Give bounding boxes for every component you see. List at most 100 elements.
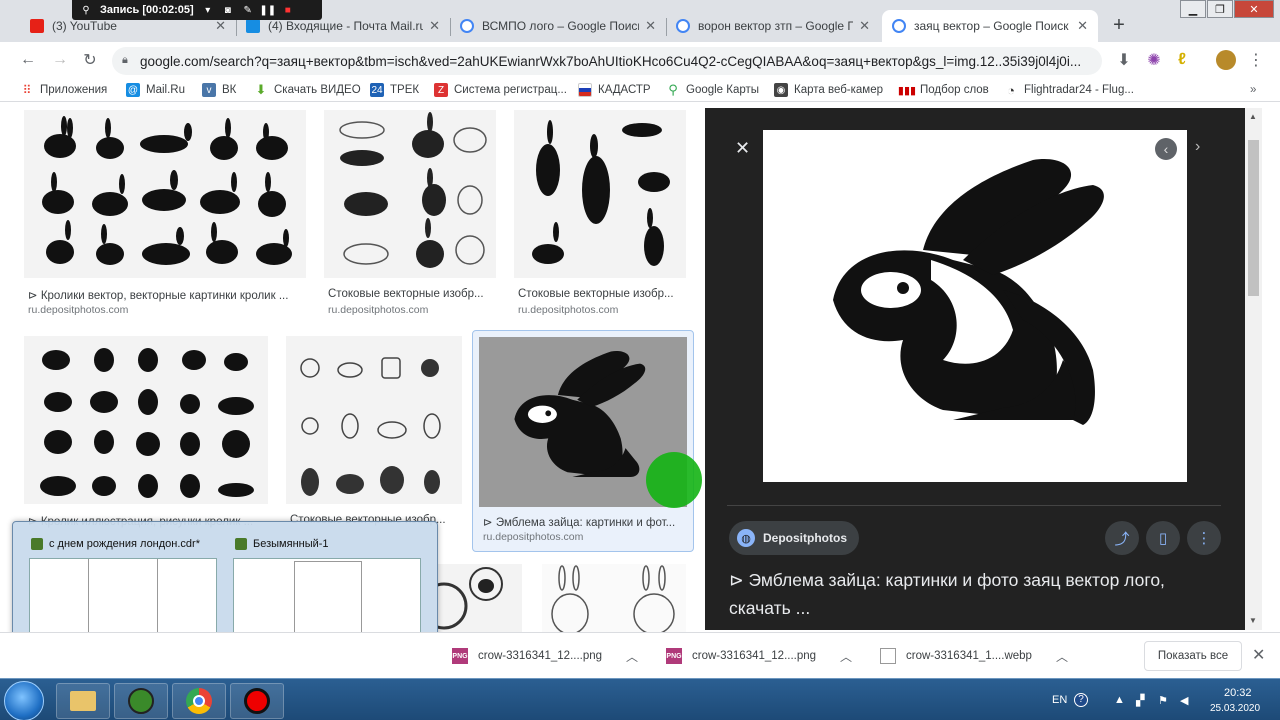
share-button[interactable]: ⤴ bbox=[1105, 521, 1139, 555]
more-options-button[interactable]: ⋮ bbox=[1187, 521, 1221, 555]
result-card[interactable]: Стоковые векторные изобр... bbox=[286, 336, 462, 526]
vertical-scrollbar[interactable]: ▲ ▼ bbox=[1245, 108, 1262, 630]
reload-button[interactable]: ↻ bbox=[78, 48, 102, 72]
show-all-downloads-button[interactable]: Показать все bbox=[1144, 641, 1242, 671]
result-card[interactable]: Стоковые векторные изобр... ru.depositph… bbox=[324, 110, 496, 320]
result-card-selected[interactable]: ⊳ Эмблема зайца: картинки и фот... ru.de… bbox=[472, 330, 694, 552]
download-item[interactable]: PNG crow-3316341_12....png ︿ bbox=[666, 641, 852, 671]
pencil-icon[interactable]: ✎ bbox=[242, 4, 254, 16]
save-button[interactable]: ▯ bbox=[1146, 521, 1180, 555]
result-card[interactable] bbox=[542, 564, 686, 632]
download-item[interactable]: crow-3316341_1....webp ︿ bbox=[880, 641, 1068, 671]
chevron-down-icon[interactable]: ▾ bbox=[202, 4, 214, 16]
maximize-button[interactable]: ❐ bbox=[1207, 0, 1233, 18]
bookmark-vk[interactable]: v ВК bbox=[202, 82, 236, 98]
png-file-icon: PNG bbox=[666, 648, 682, 664]
thumbnail-title: Безымянный-1 bbox=[253, 538, 329, 550]
result-card[interactable] bbox=[438, 564, 522, 632]
close-icon[interactable]: ✕ bbox=[429, 18, 440, 34]
taskbar-coreldraw[interactable] bbox=[114, 683, 168, 719]
clock-date[interactable]: 25.03.2020 bbox=[1210, 703, 1260, 714]
close-icon[interactable]: ✕ bbox=[859, 18, 870, 34]
mail-icon bbox=[246, 19, 260, 33]
chevron-up-icon[interactable]: ︿ bbox=[626, 648, 638, 665]
result-card[interactable]: Стоковые векторные изобр... ru.depositph… bbox=[514, 110, 686, 320]
result-thumbnail[interactable] bbox=[514, 110, 686, 278]
window-close-button[interactable]: ✕ bbox=[1234, 0, 1274, 18]
minimize-button[interactable]: ▁ bbox=[1180, 0, 1206, 18]
back-button[interactable]: ← bbox=[16, 48, 40, 72]
close-icon[interactable]: ✕ bbox=[645, 18, 656, 34]
tab-vsmpo[interactable]: ВСМПО лого – Google Поиск ✕ bbox=[450, 10, 666, 42]
bookmark-cadastre[interactable]: КАДАСТР bbox=[578, 82, 651, 98]
extension-icon[interactable]: ℓ bbox=[1170, 48, 1194, 72]
taskbar-chrome[interactable] bbox=[172, 683, 226, 719]
preview-image[interactable] bbox=[763, 130, 1187, 482]
close-icon[interactable]: ✕ bbox=[1077, 18, 1088, 34]
result-caption[interactable]: Стоковые векторные изобр... bbox=[328, 288, 496, 300]
result-thumbnail[interactable] bbox=[324, 110, 496, 278]
flag-tray-icon[interactable]: ⚑ bbox=[1158, 694, 1168, 707]
close-icon[interactable]: ✕ bbox=[1252, 645, 1265, 665]
result-caption[interactable]: Стоковые векторные изобр... bbox=[518, 288, 686, 300]
result-thumbnail[interactable] bbox=[24, 336, 268, 504]
bookmark-registration[interactable]: Z Система регистрац... bbox=[434, 82, 567, 98]
result-caption[interactable]: ⊳ Эмблема зайца: картинки и фот... bbox=[483, 515, 687, 529]
result-source: ru.depositphotos.com bbox=[483, 531, 584, 543]
result-thumbnail[interactable] bbox=[542, 564, 686, 632]
stop-icon[interactable]: ■ bbox=[282, 4, 294, 16]
close-icon[interactable]: ✕ bbox=[215, 18, 226, 34]
result-card[interactable]: ⊳ Кролики вектор, векторные картинки кро… bbox=[24, 110, 306, 320]
bookmark-download-video[interactable]: ⬇ Скачать ВИДЕО bbox=[254, 82, 361, 98]
chevron-up-icon[interactable]: ︿ bbox=[840, 648, 852, 665]
scrollbar-thumb[interactable] bbox=[1248, 140, 1259, 296]
bookmark-track[interactable]: 24 ТРЕК bbox=[370, 82, 419, 98]
extension-puzzle-icon[interactable]: ✺ bbox=[1142, 48, 1166, 72]
menu-icon[interactable]: ⋮ bbox=[1244, 48, 1268, 72]
result-thumbnail[interactable] bbox=[24, 110, 306, 278]
bookmark-word-picker[interactable]: ▮▮▮ Подбор слов bbox=[898, 82, 989, 98]
source-chip[interactable]: ◍ Depositphotos bbox=[729, 521, 859, 555]
forward-button[interactable]: → bbox=[48, 48, 72, 72]
result-source: ru.depositphotos.com bbox=[328, 304, 429, 316]
result-card[interactable]: ⊳ Кролик иллюстрация, рисунки кролик ... bbox=[24, 336, 268, 528]
preview-title[interactable]: ⊳ Эмблема зайца: картинки и фото заяц ве… bbox=[729, 566, 1219, 622]
next-image-button[interactable]: › bbox=[1195, 138, 1200, 156]
address-bar[interactable]: 🔒︎ google.com/search?q=заяц+вектор&tbm=i… bbox=[112, 47, 1102, 75]
camera-icon[interactable]: ◙ bbox=[222, 4, 234, 16]
tray-arrow-icon[interactable]: ▲ bbox=[1114, 694, 1125, 706]
previous-image-button[interactable]: ‹ bbox=[1155, 138, 1177, 160]
download-filename: crow-3316341_12....png bbox=[478, 650, 603, 662]
taskbar-recorder[interactable] bbox=[230, 683, 284, 719]
pause-icon[interactable]: ❚❚ bbox=[259, 4, 276, 16]
google-icon bbox=[892, 19, 906, 33]
bookmark-flightradar[interactable]: ◔ Flightradar24 - Flug... bbox=[1004, 82, 1134, 98]
clock-time[interactable]: 20:32 bbox=[1224, 687, 1252, 699]
scroll-down-icon[interactable]: ▼ bbox=[1249, 616, 1257, 625]
chevron-up-icon[interactable]: ︿ bbox=[1056, 648, 1068, 665]
tab-crow[interactable]: ворон вектор зтп – Google Поиск ✕ bbox=[666, 10, 880, 42]
new-tab-button[interactable]: + bbox=[1108, 14, 1130, 36]
download-icon[interactable]: ⬇ bbox=[1112, 48, 1136, 72]
profile-avatar[interactable] bbox=[1214, 48, 1238, 72]
result-caption[interactable]: ⊳ Кролики вектор, векторные картинки кро… bbox=[28, 288, 306, 302]
taskbar-explorer[interactable] bbox=[56, 683, 110, 719]
more-vertical-icon: ⋮ bbox=[1196, 530, 1212, 547]
language-indicator[interactable]: EN bbox=[1052, 694, 1067, 706]
help-icon[interactable]: ? bbox=[1074, 693, 1088, 707]
tab-hare-active[interactable]: заяц вектор – Google Поиск ✕ bbox=[882, 10, 1098, 42]
scroll-up-icon[interactable]: ▲ bbox=[1249, 112, 1257, 121]
network-icon[interactable]: ▞ bbox=[1136, 694, 1144, 707]
close-icon[interactable]: ✕ bbox=[735, 138, 750, 159]
more-bookmarks-icon[interactable]: » bbox=[1250, 82, 1256, 98]
start-button[interactable] bbox=[4, 681, 44, 720]
result-thumbnail[interactable] bbox=[286, 336, 462, 504]
bookmark-google-maps[interactable]: ⚲ Google Карты bbox=[666, 82, 759, 98]
download-item[interactable]: PNG crow-3316341_12....png ︿ bbox=[452, 641, 638, 671]
bookmark-mailru[interactable]: @ Mail.Ru bbox=[126, 82, 185, 98]
bookmark-apps[interactable]: ⠿ Приложения bbox=[20, 82, 108, 98]
volume-icon[interactable]: ◀︎ bbox=[1180, 694, 1188, 707]
search-icon[interactable]: ⚲ bbox=[80, 4, 92, 16]
result-thumbnail[interactable] bbox=[438, 564, 522, 632]
bookmark-webcams[interactable]: ◉ Карта веб-камер bbox=[774, 82, 883, 98]
